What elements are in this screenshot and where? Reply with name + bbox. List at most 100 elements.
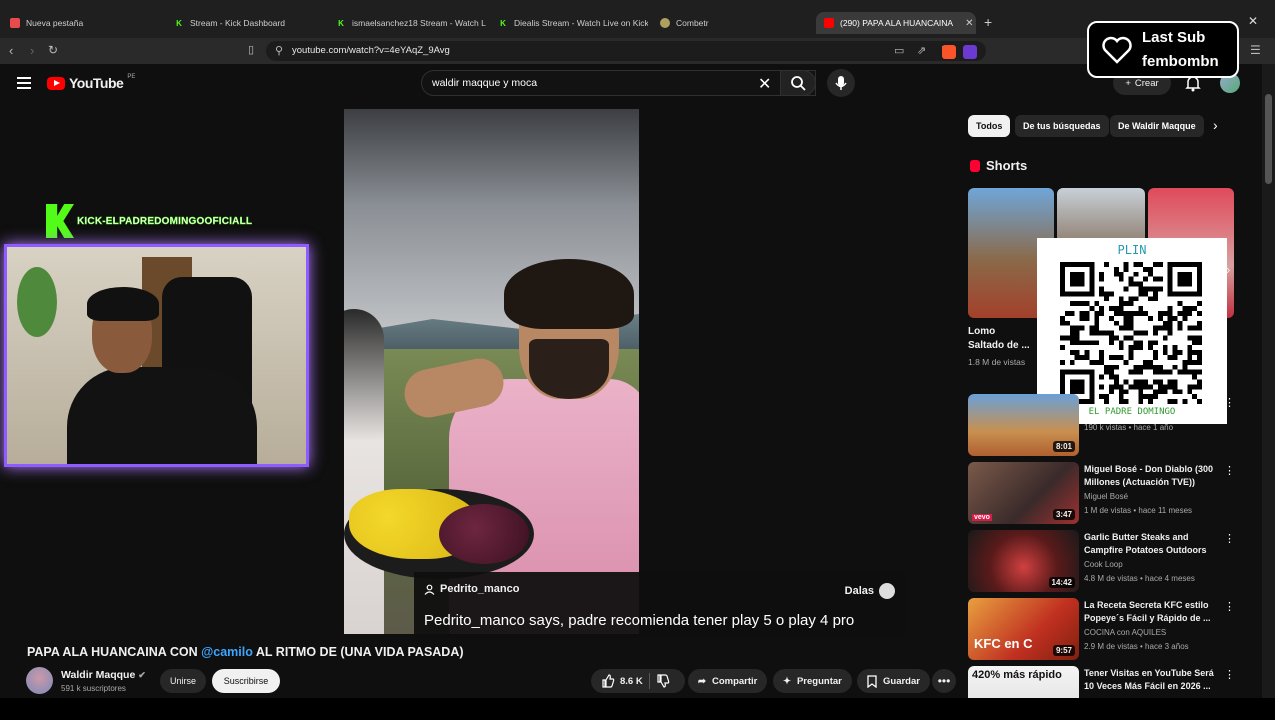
microphone-icon — [835, 76, 847, 90]
kick-icon: K — [176, 18, 182, 28]
tab-youtube-active[interactable]: (290) PAPA ALA HUANCAINA ✕ — [816, 12, 976, 34]
more-vert-icon[interactable]: ⋮ — [1224, 668, 1235, 681]
youtube-header: YouTube PE waldir maqque y moca ✕ + Crea… — [0, 64, 1262, 104]
reload-icon[interactable]: ↻ — [48, 43, 58, 57]
user-icon — [424, 584, 435, 595]
voice-avatar — [879, 583, 895, 599]
forward-icon[interactable]: › — [30, 43, 34, 58]
brave-shields-icon[interactable] — [942, 45, 956, 59]
rec-title: Tener Visitas en YouTube Será 10 Veces M… — [1084, 668, 1214, 691]
like-divider — [648, 673, 650, 689]
video-beets — [439, 504, 529, 564]
share-label: Compartir — [711, 675, 758, 687]
bookmark-icon[interactable]: ▯ — [248, 43, 254, 56]
short-title[interactable]: Lomo Saltado de ... — [968, 325, 1038, 353]
title-text: PAPA ALA HUANCAINA CON — [27, 645, 202, 659]
share-button[interactable]: ➦ Compartir — [688, 669, 768, 693]
recommendation-item[interactable]: 14:42 Garlic Butter Steaks and Campfire … — [968, 530, 1238, 592]
search-button[interactable] — [780, 70, 816, 96]
tab-label: Diealis Stream - Watch Live on Kick — [514, 18, 648, 28]
page-scrollbar[interactable] — [1262, 64, 1275, 698]
recommendation-item[interactable]: KFC en C 9:57 La Receta Secreta KFC esti… — [968, 598, 1238, 660]
verified-icon: ✔ — [138, 670, 146, 680]
shorts-heading: Shorts — [970, 158, 1027, 173]
chip-from-channel[interactable]: De Waldir Maqque — [1110, 115, 1204, 137]
chip-from-searches[interactable]: De tus búsquedas — [1015, 115, 1109, 137]
clear-search-icon[interactable]: ✕ — [758, 74, 771, 94]
rec-meta: 1 M de vistas • hace 11 meses — [1084, 506, 1193, 515]
ask-button[interactable]: ✦ Preguntar — [773, 669, 852, 693]
chat-message: Pedrito_manco says, padre recomienda ten… — [424, 612, 855, 629]
save-button[interactable]: Guardar — [857, 669, 930, 693]
search-input[interactable]: waldir maqque y moca ✕ — [421, 70, 816, 96]
rec-thumb-text: KFC en C — [974, 636, 1033, 651]
country-code: PE — [127, 74, 136, 80]
thumbs-down-icon[interactable] — [656, 674, 670, 688]
video-player[interactable] — [344, 109, 639, 634]
youtube-play-icon — [47, 76, 65, 90]
thumbs-up-icon — [602, 674, 615, 688]
rec-thumb-text: 420% más rápido — [972, 669, 1062, 681]
scrollbar-thumb[interactable] — [1265, 94, 1272, 184]
shorts-label: Shorts — [986, 158, 1028, 173]
address-bar[interactable]: ⚲ youtube.com/watch?v=4eYAqZ_9Avg ▭ ⇗ ⚑ — [266, 41, 986, 61]
tab-kick-dashboard[interactable]: K Stream - Kick Dashboard — [166, 12, 324, 34]
video-man-hair — [504, 259, 634, 329]
youtube-icon — [824, 18, 834, 28]
channel-avatar[interactable] — [26, 667, 53, 694]
rec-meta: 2.9 M de vistas • hace 3 años — [1084, 642, 1189, 651]
search-icon — [791, 76, 806, 91]
youtube-logo[interactable]: YouTube PE — [47, 74, 136, 91]
chevron-right-icon[interactable]: › — [1213, 117, 1218, 133]
like-count: 8.6 K — [620, 675, 643, 687]
ask-label: Preguntar — [796, 675, 842, 687]
channel-name[interactable]: Waldir Maqque ✔ — [61, 669, 146, 681]
browser-menu-icon[interactable]: ☰ — [1250, 43, 1261, 57]
brave-rewards-icon[interactable] — [963, 45, 977, 59]
recommendation-item[interactable]: 8:01 190 k vistas • hace 1 año ⋮ — [968, 394, 1238, 456]
title-mention-link[interactable]: @camilo — [201, 645, 253, 659]
more-vert-icon[interactable]: ⋮ — [1224, 464, 1235, 477]
vevo-badge: vevo — [972, 514, 992, 521]
kick-icon: K — [338, 18, 344, 28]
voice-search-button[interactable] — [827, 69, 855, 97]
combetr-icon — [660, 18, 670, 28]
rec-duration: 14:42 — [1048, 577, 1075, 588]
webcam-person-hair — [87, 287, 159, 321]
last-sub-name: fembombn — [1142, 52, 1219, 70]
last-sub-title: Last Sub — [1142, 28, 1206, 46]
more-vert-icon[interactable]: ⋮ — [1224, 600, 1235, 613]
new-tab-button[interactable]: + — [984, 14, 992, 30]
tab-label: (290) PAPA ALA HUANCAINA — [840, 18, 954, 28]
tab-ismaelsanchez[interactable]: K ismaelsanchez18 Stream - Watch Live — [328, 12, 486, 34]
close-icon[interactable]: ✕ — [965, 18, 973, 29]
menu-icon[interactable] — [17, 77, 31, 92]
subscribe-button[interactable]: Suscribirse — [212, 669, 280, 693]
chip-all[interactable]: Todos — [968, 115, 1011, 137]
recommendation-item[interactable]: vevo 3:47 Miguel Bosé - Don Diablo (300 … — [968, 462, 1238, 524]
site-info-icon[interactable]: ⚲ — [275, 44, 283, 57]
like-button[interactable]: 8.6 K — [601, 674, 643, 688]
plus-icon: + — [1125, 77, 1131, 89]
tab-combetr[interactable]: Combetr — [652, 12, 810, 34]
share-icon[interactable]: ⇗ — [917, 44, 926, 57]
tab-diealis[interactable]: K Diealis Stream - Watch Live on Kick — [490, 12, 648, 34]
tab-label: Combetr — [676, 18, 709, 28]
rec-duration: 9:57 — [1052, 645, 1075, 656]
more-vert-icon[interactable]: ⋮ — [1224, 532, 1235, 545]
webcam-plant — [17, 267, 57, 337]
rec-channel: Miguel Bosé — [1084, 492, 1129, 501]
join-button[interactable]: Unirse — [160, 669, 206, 693]
qr-code-image — [1060, 262, 1202, 404]
recommendation-item[interactable]: 420% más rápido Tener Visitas en YouTube… — [968, 666, 1238, 698]
more-actions-button[interactable]: ••• — [932, 669, 956, 693]
chat-username: Pedrito_manco — [440, 583, 520, 595]
cast-icon[interactable]: ▭ — [894, 44, 904, 57]
tab-new-tab[interactable]: Nueva pestaña — [2, 12, 162, 34]
more-horiz-icon: ••• — [937, 674, 951, 688]
window-close-icon[interactable]: ✕ — [1248, 14, 1258, 28]
more-vert-icon[interactable]: ⋮ — [1224, 396, 1235, 409]
back-icon[interactable]: ‹ — [9, 43, 13, 58]
save-label: Guardar — [883, 675, 920, 687]
kick-logo-icon — [46, 204, 74, 238]
